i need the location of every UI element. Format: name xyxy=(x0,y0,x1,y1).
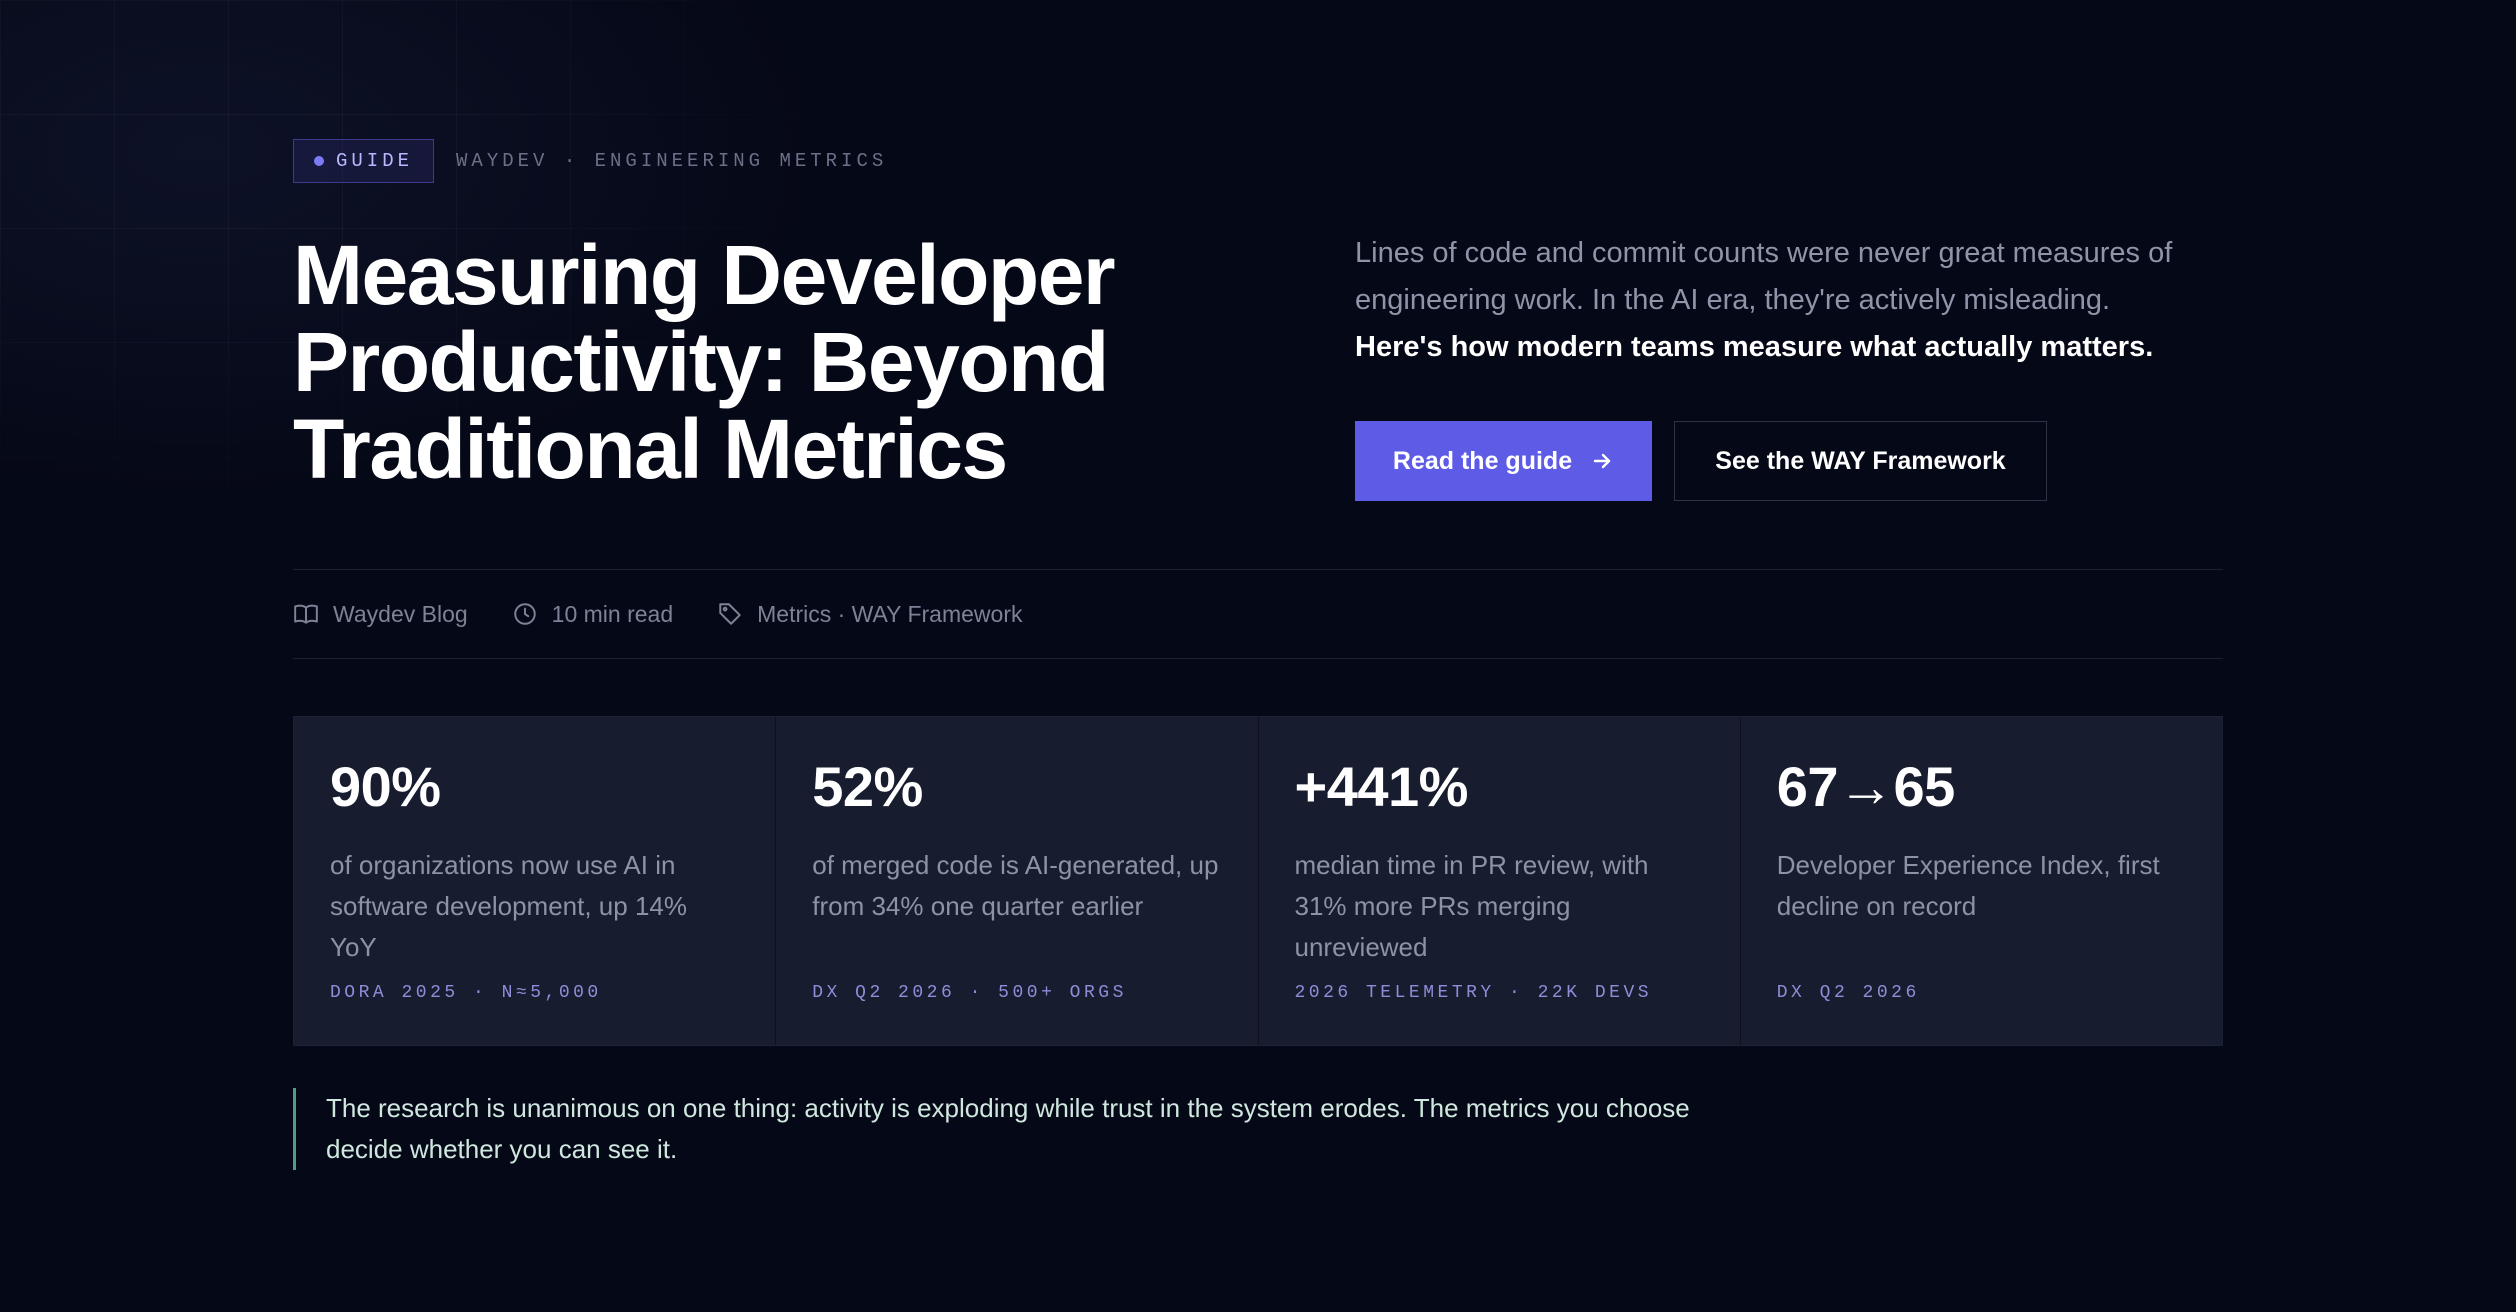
way-framework-button[interactable]: See the WAY Framework xyxy=(1674,421,2047,501)
stat-card: +441% median time in PR review, with 31%… xyxy=(1258,717,1741,1045)
stat-description: of merged code is AI-generated, up from … xyxy=(812,850,1219,921)
meta-blog-label: Waydev Blog xyxy=(333,600,468,627)
page-title-line: Traditional Metrics xyxy=(293,402,1008,496)
page-title-line: Measuring Developer xyxy=(293,228,1116,322)
meta-blog[interactable]: Waydev Blog xyxy=(293,601,468,628)
breadcrumb: WAYDEV · ENGINEERING METRICS xyxy=(456,150,888,172)
read-guide-label: Read the guide xyxy=(1392,446,1573,475)
stat-description: median time in PR review, with 31% more … xyxy=(1294,850,1649,962)
book-icon xyxy=(294,604,318,624)
meta-tags[interactable]: Metrics · WAY Framework xyxy=(717,600,1023,628)
article-meta: Waydev Blog 10 min read Metrics · WAY Fr… xyxy=(293,569,2223,659)
stat-description: of organizations now use AI in software … xyxy=(330,850,687,962)
cta-row: Read the guide See the WAY Framework xyxy=(1355,421,2235,501)
stat-card: 67→65 Developer Experience Index, first … xyxy=(1740,717,2222,1045)
stat-value: +441% xyxy=(1294,755,1469,818)
read-guide-button[interactable]: Read the guide xyxy=(1355,421,1652,501)
lede-text: Lines of code and commit counts were nev… xyxy=(1355,237,2173,316)
stats-grid: 90% of organizations now use AI in softw… xyxy=(293,716,2223,1046)
tag-icon xyxy=(719,603,741,625)
pull-quote: The research is unanimous on one thing: … xyxy=(293,1088,1693,1170)
clock-icon xyxy=(513,603,536,625)
meta-read-time-label: 10 min read xyxy=(551,600,674,627)
stat-value: 52% xyxy=(812,755,923,818)
stat-source: 2026 TELEMETRY · 22K DEVS xyxy=(1294,983,1653,1003)
lede-emphasis: Here's how modern teams measure what act… xyxy=(1355,331,2154,363)
stat-value: 67→65 xyxy=(1776,755,1956,818)
guide-badge: GUIDE xyxy=(293,139,435,183)
meta-read-time: 10 min read xyxy=(512,601,673,628)
stat-card: 90% of organizations now use AI in softw… xyxy=(294,717,777,1045)
page: GUIDE WAYDEV · ENGINEERING METRICS Measu… xyxy=(0,0,2516,1312)
meta-tags-label: Metrics · WAY Framework xyxy=(757,600,1023,627)
stat-value: 90% xyxy=(330,755,441,818)
stat-card: 52% of merged code is AI-generated, up f… xyxy=(776,717,1259,1045)
guide-badge-label: GUIDE xyxy=(336,150,414,172)
dot-icon xyxy=(314,156,324,166)
stat-source: DX Q2 2026 · 500+ ORGS xyxy=(812,983,1127,1003)
stat-source: DORA 2025 · N≈5,000 xyxy=(330,983,602,1003)
page-title: Measuring Developer Productivity: Beyond… xyxy=(293,232,1293,493)
stat-source: DX Q2 2026 xyxy=(1776,983,1920,1003)
hero-intro: Lines of code and commit counts were nev… xyxy=(1355,230,2235,501)
tag-row: GUIDE WAYDEV · ENGINEERING METRICS xyxy=(293,139,887,183)
stat-description: Developer Experience Index, first declin… xyxy=(1776,850,2160,921)
page-title-line: Productivity: Beyond xyxy=(293,315,1109,409)
arrow-right-icon xyxy=(1593,453,1611,469)
lede: Lines of code and commit counts were nev… xyxy=(1355,230,2235,371)
